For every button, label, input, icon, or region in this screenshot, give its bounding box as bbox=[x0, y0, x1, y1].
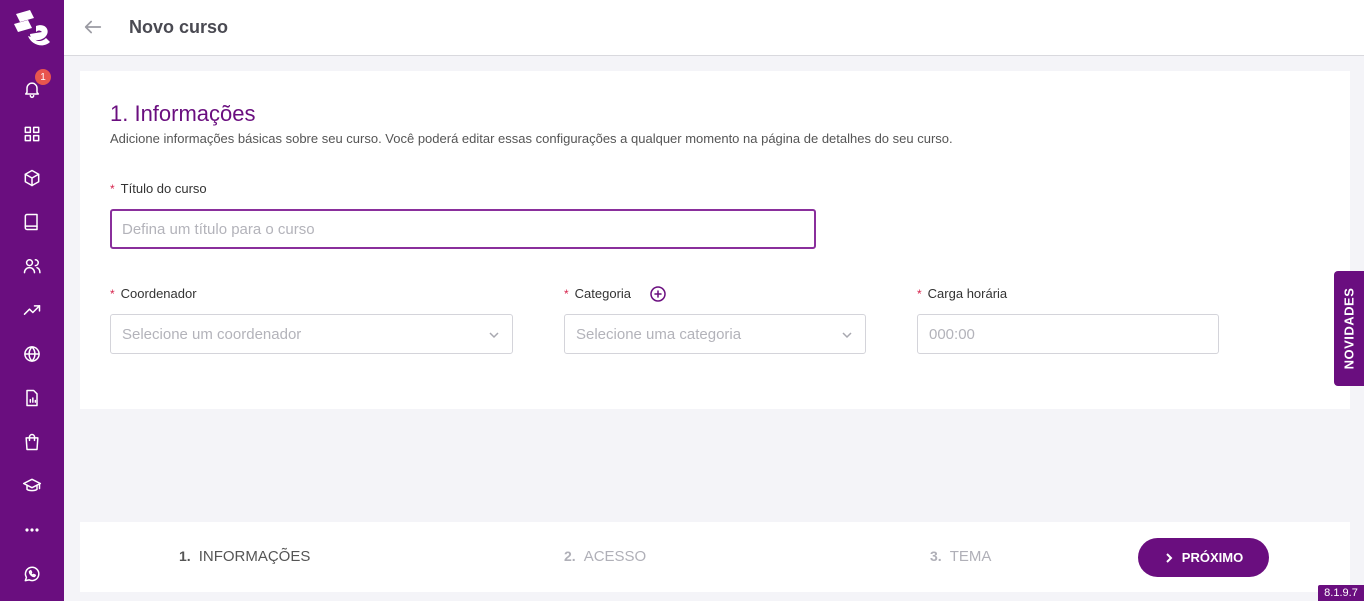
course-title-label-text: Título do curso bbox=[120, 181, 207, 196]
chevron-right-icon bbox=[1166, 552, 1173, 563]
stepper-footer: 1. INFORMAÇÕES 2. ACESSO 3. TEMA PRÓXIMO bbox=[80, 522, 1350, 592]
novidades-label: NOVIDADES bbox=[1341, 287, 1357, 370]
more-dots-icon bbox=[25, 528, 39, 532]
sidebar-item-reports[interactable] bbox=[16, 294, 48, 326]
workload-label-text: Carga horária bbox=[927, 286, 1008, 301]
globe-icon bbox=[24, 346, 40, 362]
book-icon bbox=[24, 213, 38, 231]
version-badge: 8.1.9.7 bbox=[1318, 585, 1364, 601]
chevron-down-icon bbox=[488, 328, 500, 340]
sidebar-item-documents[interactable] bbox=[16, 382, 48, 414]
trending-up-icon bbox=[23, 305, 41, 315]
category-placeholder: Selecione uma categoria bbox=[576, 325, 742, 343]
cube-icon bbox=[24, 169, 40, 187]
sidebar-item-more[interactable] bbox=[16, 514, 48, 546]
file-chart-icon bbox=[26, 389, 38, 407]
plus-circle-icon bbox=[650, 286, 666, 302]
course-title-placeholder: Defina um título para o curso bbox=[122, 220, 315, 238]
step-tema[interactable]: 3. TEMA bbox=[930, 548, 991, 565]
graduation-cap-icon bbox=[22, 478, 42, 492]
sidebar-item-products[interactable] bbox=[16, 162, 48, 194]
sidebar: 1 bbox=[0, 0, 64, 601]
section-title: 1. Informações bbox=[110, 101, 256, 126]
shopping-bag-icon bbox=[25, 433, 39, 451]
grid-icon bbox=[24, 126, 40, 142]
section-description: Adicione informações básicas sobre seu c… bbox=[110, 131, 953, 146]
sidebar-item-users[interactable] bbox=[16, 250, 48, 282]
category-label-text: Categoria bbox=[574, 286, 632, 301]
workload-label: * Carga horária bbox=[917, 286, 1007, 301]
sidebar-item-dashboard[interactable] bbox=[16, 118, 48, 150]
sidebar-item-whatsapp[interactable] bbox=[16, 558, 48, 590]
whatsapp-icon bbox=[24, 566, 40, 582]
workload-input[interactable]: 000:00 bbox=[917, 314, 1219, 354]
required-mark: * bbox=[917, 286, 922, 301]
category-select[interactable]: Selecione uma categoria bbox=[564, 314, 866, 354]
sidebar-item-graduation[interactable] bbox=[16, 470, 48, 502]
sidebar-item-store[interactable] bbox=[16, 426, 48, 458]
coordinator-select[interactable]: Selecione um coordenador bbox=[110, 314, 513, 354]
top-header: Novo curso bbox=[64, 0, 1364, 56]
step-label: ACESSO bbox=[583, 548, 647, 565]
course-title-input[interactable]: Defina um título para o curso bbox=[110, 209, 816, 249]
sidebar-item-courses[interactable] bbox=[16, 206, 48, 238]
logo[interactable] bbox=[10, 6, 54, 50]
required-mark: * bbox=[110, 181, 115, 196]
chevron-down-icon bbox=[841, 328, 853, 340]
step-label: INFORMAÇÕES bbox=[198, 548, 311, 565]
novidades-tab[interactable]: NOVIDADES bbox=[1334, 271, 1364, 386]
coordinator-label-text: Coordenador bbox=[120, 286, 197, 301]
page-title: Novo curso bbox=[129, 17, 229, 37]
course-title-label: * Título do curso bbox=[110, 181, 207, 196]
required-mark: * bbox=[110, 286, 115, 301]
users-icon bbox=[23, 259, 41, 274]
notification-badge: 1 bbox=[33, 67, 53, 87]
next-button-label: PRÓXIMO bbox=[1181, 550, 1244, 565]
step-number: 2. bbox=[564, 548, 576, 564]
step-number: 3. bbox=[930, 548, 942, 564]
next-button[interactable]: PRÓXIMO bbox=[1138, 538, 1269, 577]
sidebar-item-site[interactable] bbox=[16, 338, 48, 370]
step-label: TEMA bbox=[949, 548, 992, 565]
course-info-card: 1. Informações Adicione informações bási… bbox=[80, 71, 1350, 409]
coordinator-label: * Coordenador bbox=[110, 286, 197, 301]
required-mark: * bbox=[564, 286, 569, 301]
workload-placeholder: 000:00 bbox=[929, 325, 975, 343]
arrow-left-icon bbox=[84, 20, 102, 34]
add-category-button[interactable] bbox=[650, 286, 666, 302]
notifications-button[interactable]: 1 bbox=[16, 67, 53, 105]
category-label: * Categoria bbox=[564, 286, 631, 301]
step-acesso[interactable]: 2. ACESSO bbox=[564, 548, 646, 565]
coordinator-placeholder: Selecione um coordenador bbox=[122, 325, 302, 343]
back-button[interactable] bbox=[82, 16, 106, 40]
step-number: 1. bbox=[179, 548, 191, 564]
step-informacoes[interactable]: 1. INFORMAÇÕES bbox=[179, 548, 310, 565]
